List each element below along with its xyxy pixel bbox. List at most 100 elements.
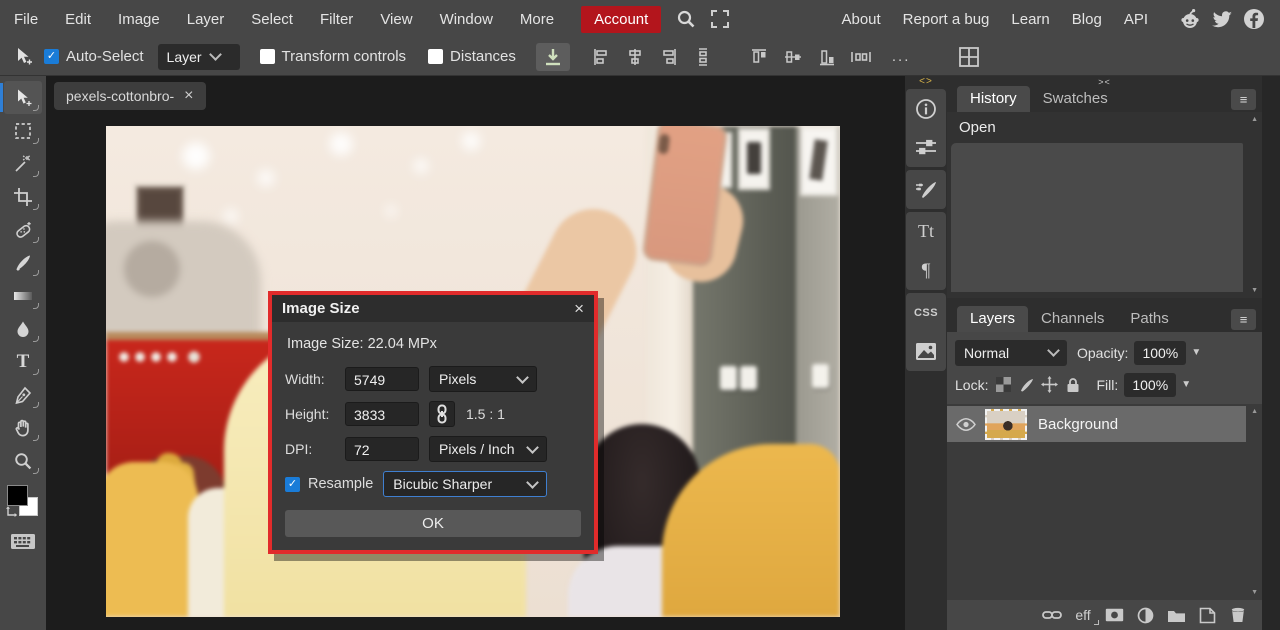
align-center-h-icon[interactable]: [622, 44, 648, 70]
export-icon[interactable]: [535, 42, 570, 71]
blend-mode-select[interactable]: Normal: [955, 339, 1067, 366]
history-entry-open[interactable]: Open: [959, 119, 996, 136]
link-report-a-bug[interactable]: Report a bug: [903, 11, 990, 28]
tab-layers[interactable]: Layers: [957, 306, 1029, 332]
search-icon[interactable]: [675, 8, 697, 30]
menu-layer[interactable]: Layer: [187, 11, 225, 28]
lock-all-icon[interactable]: [1063, 376, 1082, 394]
menu-select[interactable]: Select: [251, 11, 293, 28]
align-bottom-icon[interactable]: [814, 44, 840, 70]
close-tab-icon[interactable]: ×: [184, 87, 193, 105]
layer-thumbnail[interactable]: [985, 408, 1027, 440]
new-layer-icon[interactable]: [1195, 605, 1219, 625]
layers-scrollbar[interactable]: ▲ ▼: [1247, 406, 1259, 598]
image-icon[interactable]: [906, 332, 946, 371]
more-options-button[interactable]: ...: [892, 48, 911, 65]
layers-panel-menu-icon[interactable]: ≡: [1231, 309, 1256, 330]
brush-settings-icon[interactable]: [906, 170, 946, 209]
foreground-color-swatch[interactable]: [7, 485, 28, 506]
history-panel-menu-icon[interactable]: ≡: [1231, 89, 1256, 110]
distances-checkbox[interactable]: [428, 49, 444, 64]
document-tab[interactable]: pexels-cottonbro- ×: [54, 82, 206, 110]
account-button[interactable]: Account: [581, 5, 662, 33]
properties-icon[interactable]: [906, 128, 946, 167]
opacity-value[interactable]: 100%: [1134, 340, 1187, 365]
pen-tool[interactable]: [4, 378, 42, 411]
align-top-icon[interactable]: [746, 44, 772, 70]
menu-window[interactable]: Window: [440, 11, 493, 28]
blur-tool[interactable]: [4, 312, 42, 345]
link-dimensions-icon[interactable]: [429, 401, 455, 427]
auto-select-target-select[interactable]: Layer: [157, 43, 240, 70]
mask-icon[interactable]: [1102, 605, 1126, 625]
tab-history[interactable]: History: [957, 86, 1030, 112]
fill-dropdown-icon[interactable]: ▼: [1181, 379, 1191, 390]
menu-image[interactable]: Image: [118, 11, 160, 28]
effects-icon[interactable]: eff: [1071, 605, 1099, 625]
brush-tool[interactable]: [4, 246, 42, 279]
tab-swatches[interactable]: Swatches: [1030, 86, 1121, 112]
swap-colors-icon[interactable]: [6, 506, 18, 519]
align-left-icon[interactable]: [588, 44, 614, 70]
scroll-down-icon[interactable]: ▼: [1251, 589, 1258, 596]
healing-brush-tool[interactable]: [4, 213, 42, 246]
scroll-up-icon[interactable]: ▲: [1251, 408, 1258, 415]
zoom-tool[interactable]: [4, 444, 42, 477]
paragraph-icon[interactable]: ¶: [906, 251, 946, 290]
lock-transparency-icon[interactable]: [994, 376, 1013, 394]
twitter-icon[interactable]: [1210, 7, 1234, 31]
align-right-icon[interactable]: [656, 44, 682, 70]
layer-row-background[interactable]: Background: [947, 406, 1246, 442]
distribute-v-icon[interactable]: [690, 44, 716, 70]
scroll-down-icon[interactable]: ▼: [1251, 287, 1258, 294]
width-unit-select[interactable]: Pixels: [429, 366, 537, 392]
reddit-icon[interactable]: [1178, 7, 1202, 31]
rail-collapse-toggle[interactable]: <>: [919, 76, 933, 89]
character-icon[interactable]: Tt: [906, 212, 946, 251]
auto-select-checkbox[interactable]: ✓: [44, 49, 59, 64]
hand-tool[interactable]: [4, 411, 42, 444]
lock-paint-icon[interactable]: [1017, 376, 1036, 394]
layer-visibility-eye-icon[interactable]: [947, 417, 985, 431]
dialog-close-icon[interactable]: ×: [574, 299, 584, 319]
ok-button[interactable]: OK: [285, 510, 581, 537]
color-swatches[interactable]: [6, 485, 40, 519]
css-icon[interactable]: CSS: [906, 293, 946, 332]
tab-paths[interactable]: Paths: [1117, 306, 1181, 332]
menu-edit[interactable]: Edit: [65, 11, 91, 28]
opacity-dropdown-icon[interactable]: ▼: [1191, 347, 1201, 358]
delete-icon[interactable]: [1226, 605, 1250, 625]
crop-tool[interactable]: [4, 180, 42, 213]
facebook-icon[interactable]: [1242, 7, 1266, 31]
adjustment-icon[interactable]: [1133, 605, 1157, 625]
transform-controls-checkbox[interactable]: [259, 49, 275, 64]
fullscreen-icon[interactable]: [709, 8, 731, 30]
menu-filter[interactable]: Filter: [320, 11, 353, 28]
resample-checkbox[interactable]: ✓: [285, 476, 300, 492]
menu-file[interactable]: File: [14, 11, 38, 28]
keyboard-shortcuts-icon[interactable]: [10, 533, 36, 550]
info-icon[interactable]: [906, 89, 946, 128]
scroll-up-icon[interactable]: ▲: [1251, 116, 1258, 123]
resample-method-select[interactable]: Bicubic Sharper: [383, 471, 548, 497]
align-middle-icon[interactable]: [780, 44, 806, 70]
folder-icon[interactable]: [1164, 605, 1188, 625]
gradient-tool[interactable]: [4, 279, 42, 312]
dpi-unit-select[interactable]: Pixels / Inch: [429, 436, 547, 462]
marquee-select-tool[interactable]: [4, 114, 42, 147]
menu-view[interactable]: View: [380, 11, 412, 28]
link-api[interactable]: API: [1124, 11, 1148, 28]
lock-position-icon[interactable]: [1040, 376, 1059, 394]
link-learn[interactable]: Learn: [1011, 11, 1049, 28]
width-input[interactable]: 5749: [345, 367, 419, 391]
dpi-input[interactable]: 72: [345, 437, 419, 461]
distribute-h-icon[interactable]: [848, 44, 874, 70]
type-tool[interactable]: T: [4, 345, 42, 378]
move-tool[interactable]: [0, 81, 42, 114]
tab-channels[interactable]: Channels: [1028, 306, 1117, 332]
link-icon[interactable]: [1040, 605, 1064, 625]
workspace-grid-icon[interactable]: [956, 44, 982, 70]
dialog-title-bar[interactable]: Image Size ×: [272, 295, 594, 322]
menu-more[interactable]: More: [520, 11, 554, 28]
height-input[interactable]: 3833: [345, 402, 419, 426]
